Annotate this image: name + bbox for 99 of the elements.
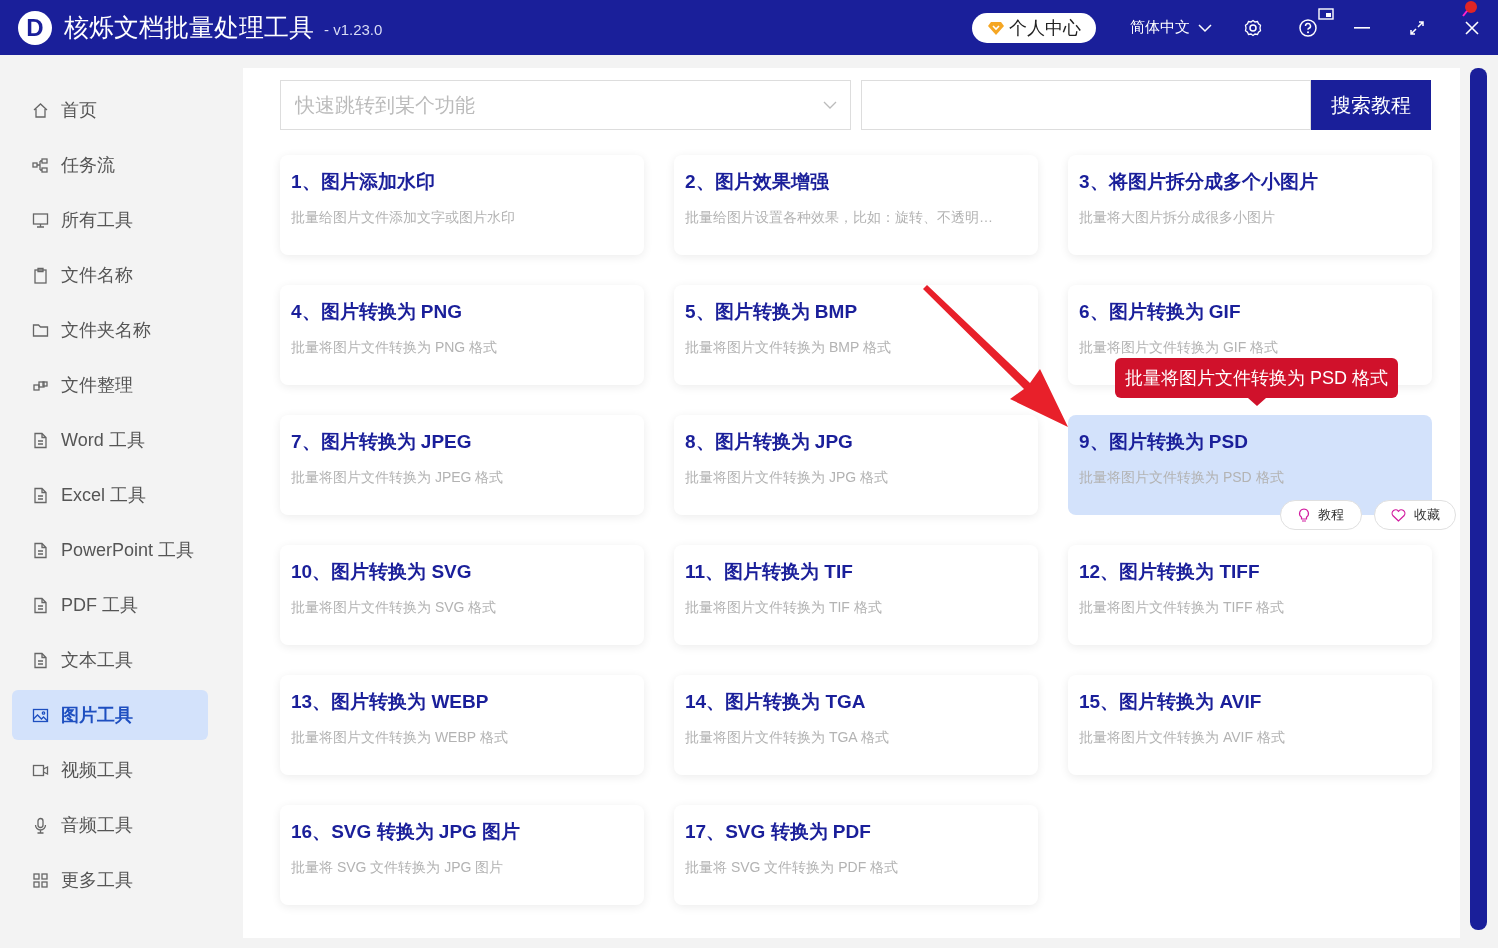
mic-icon (32, 816, 49, 834)
user-center-button[interactable]: 个人中心 (972, 12, 1096, 43)
app-logo: D (18, 10, 52, 45)
sidebar-item[interactable]: 文本工具 (12, 635, 208, 685)
tool-title: 15、图片转换为 AVIF (1079, 690, 1263, 714)
sidebar-item[interactable]: Word 工具 (12, 415, 208, 465)
chevron-down-icon (823, 101, 837, 110)
sidebar-item[interactable]: 文件夹名称 (12, 305, 208, 355)
tooltip: 批量将图片文件转换为 PSD 格式 (1115, 358, 1398, 406)
settings-icon[interactable] (1244, 18, 1262, 37)
doc-icon (32, 651, 49, 669)
sidebar-item[interactable]: 所有工具 (12, 195, 208, 245)
tutorial-button[interactable]: 教程 (1280, 500, 1362, 530)
close-icon[interactable] (1464, 19, 1480, 36)
doc-icon (32, 431, 49, 449)
monitor-icon (32, 211, 49, 229)
grid-icon (32, 871, 49, 889)
scrollbar[interactable] (1470, 68, 1487, 930)
tool-description: 批量将图片文件转换为 PNG 格式 (291, 339, 499, 357)
tool-card[interactable]: 15、图片转换为 AVIF 批量将图片文件转换为 AVIF 格式 (1068, 675, 1432, 775)
sidebar-item[interactable]: PowerPoint 工具 (12, 525, 208, 575)
tool-title: 10、图片转换为 SVG (291, 560, 473, 584)
sidebar-item[interactable]: 文件名称 (12, 250, 208, 300)
chevron-down-icon (1198, 22, 1212, 33)
search-tutorial-button[interactable]: 搜索教程 (1311, 80, 1431, 130)
maximize-icon[interactable] (1409, 19, 1425, 36)
sidebar-item[interactable]: PDF 工具 (12, 580, 208, 630)
sidebar-item[interactable]: 音频工具 (12, 800, 208, 850)
tool-title: 4、图片转换为 PNG (291, 300, 464, 324)
flow-icon (32, 156, 49, 174)
tool-description: 批量将 SVG 文件转换为 PDF 格式 (685, 859, 900, 877)
sidebar-item[interactable]: 文件整理 (12, 360, 208, 410)
tool-title: 2、图片效果增强 (685, 170, 830, 194)
window-icon[interactable] (1318, 7, 1334, 20)
tool-description: 批量将图片文件转换为 TIF 格式 (685, 599, 883, 617)
tool-description: 批量将图片文件转换为 JPEG 格式 (291, 469, 505, 487)
sidebar-item[interactable]: 任务流 (12, 140, 208, 190)
diamond-icon (987, 20, 1004, 35)
clip-icon (32, 266, 49, 284)
language-selector[interactable]: 简体中文 (1130, 18, 1212, 37)
tool-title: 13、图片转换为 WEBP (291, 690, 490, 714)
tool-card[interactable]: 1、图片添加水印 批量给图片文件添加文字或图片水印 (280, 155, 644, 255)
tool-description: 批量将图片文件转换为 SVG 格式 (291, 599, 498, 617)
tool-description: 批量将图片文件转换为 AVIF 格式 (1079, 729, 1286, 747)
tool-title: 6、图片转换为 GIF (1079, 300, 1242, 324)
help-icon[interactable] (1299, 18, 1317, 37)
tool-card[interactable]: 12、图片转换为 TIFF 批量将图片文件转换为 TIFF 格式 (1068, 545, 1432, 645)
tool-title: 1、图片添加水印 (291, 170, 436, 194)
app-title: 核烁文档批量处理工具 (64, 12, 314, 43)
tool-title: 17、SVG 转换为 PDF (685, 820, 872, 844)
tool-description: 批量将图片文件转换为 BMP 格式 (685, 339, 892, 357)
sidebar-item[interactable]: 视频工具 (12, 745, 208, 795)
tool-card[interactable]: 16、SVG 转换为 JPG 图片 批量将 SVG 文件转换为 JPG 图片 (280, 805, 644, 905)
image-icon (32, 706, 49, 724)
tool-title: 14、图片转换为 TGA (685, 690, 867, 714)
tool-card[interactable]: 17、SVG 转换为 PDF 批量将 SVG 文件转换为 PDF 格式 (674, 805, 1038, 905)
tool-title: 16、SVG 转换为 JPG 图片 (291, 820, 522, 844)
sidebar-item[interactable]: Excel 工具 (12, 470, 208, 520)
home-icon (32, 101, 49, 119)
lightbulb-icon (1298, 508, 1310, 522)
sidebar-item[interactable]: 首页 (12, 85, 208, 135)
tool-description: 批量将图片文件转换为 TIFF 格式 (1079, 599, 1286, 617)
doc-icon (32, 541, 49, 559)
tool-title: 9、图片转换为 PSD (1079, 430, 1249, 454)
tool-card[interactable]: 3、将图片拆分成多个小图片 批量将大图片拆分成很多小图片 (1068, 155, 1432, 255)
sidebar-item[interactable]: 图片工具 (12, 690, 208, 740)
tool-title: 5、图片转换为 BMP (685, 300, 859, 324)
tool-description: 批量将图片文件转换为 GIF 格式 (1079, 339, 1280, 357)
tool-card[interactable]: 5、图片转换为 BMP 批量将图片文件转换为 BMP 格式 (674, 285, 1038, 385)
tool-description: 批量给图片设置各种效果，比如：旋转、不透明… (685, 209, 994, 227)
tool-description: 批量将 SVG 文件转换为 JPG 图片 (291, 859, 505, 877)
tool-title: 11、图片转换为 TIF (685, 560, 854, 584)
favorite-button[interactable]: 收藏 (1374, 500, 1456, 530)
doc-icon (32, 486, 49, 504)
tool-description: 批量将图片文件转换为 JPG 格式 (685, 469, 889, 487)
tool-description: 批量将图片文件转换为 PSD 格式 (1079, 469, 1285, 487)
tool-description: 批量将大图片拆分成很多小图片 (1079, 209, 1276, 227)
sidebar-item[interactable]: 更多工具 (12, 855, 208, 905)
heart-icon (1390, 508, 1406, 522)
tool-title: 7、图片转换为 JPEG (291, 430, 473, 454)
tool-card[interactable]: 14、图片转换为 TGA 批量将图片文件转换为 TGA 格式 (674, 675, 1038, 775)
tool-card[interactable]: 7、图片转换为 JPEG 批量将图片文件转换为 JPEG 格式 (280, 415, 644, 515)
folder-icon (32, 321, 49, 339)
function-dropdown[interactable]: 快速跳转到某个功能 (280, 80, 851, 130)
tool-title: 8、图片转换为 JPG (685, 430, 854, 454)
tool-card[interactable]: 13、图片转换为 WEBP 批量将图片文件转换为 WEBP 格式 (280, 675, 644, 775)
tool-card[interactable]: 2、图片效果增强 批量给图片设置各种效果，比如：旋转、不透明… (674, 155, 1038, 255)
tool-description: 批量将图片文件转换为 WEBP 格式 (291, 729, 509, 747)
tool-card[interactable]: 4、图片转换为 PNG 批量将图片文件转换为 PNG 格式 (280, 285, 644, 385)
tool-card[interactable]: 11、图片转换为 TIF 批量将图片文件转换为 TIF 格式 (674, 545, 1038, 645)
tool-description: 批量给图片文件添加文字或图片水印 (291, 209, 516, 227)
tool-title: 3、将图片拆分成多个小图片 (1079, 170, 1319, 194)
tool-title: 12、图片转换为 TIFF (1079, 560, 1261, 584)
tool-card[interactable]: 10、图片转换为 SVG 批量将图片文件转换为 SVG 格式 (280, 545, 644, 645)
doc-icon (32, 596, 49, 614)
tool-card[interactable]: 8、图片转换为 JPG 批量将图片文件转换为 JPG 格式 (674, 415, 1038, 515)
search-field[interactable] (861, 80, 1311, 130)
tool-description: 批量将图片文件转换为 TGA 格式 (685, 729, 890, 747)
version-label: - v1.23.0 (324, 21, 383, 38)
